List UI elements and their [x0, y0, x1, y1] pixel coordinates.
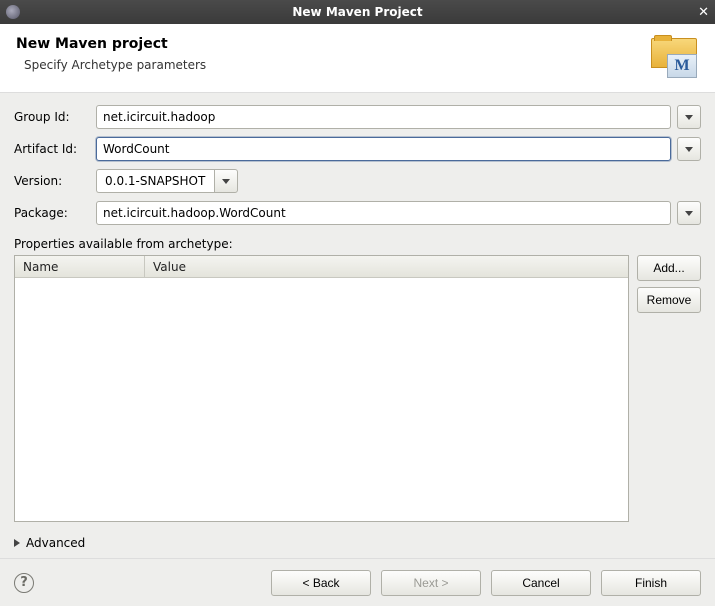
dialog-footer: ? < Back Next > Cancel Finish	[0, 558, 715, 606]
properties-table[interactable]: Name Value	[14, 255, 629, 522]
artifact-id-input[interactable]	[96, 137, 671, 161]
table-body[interactable]	[15, 278, 628, 521]
next-button: Next >	[381, 570, 481, 596]
column-name[interactable]: Name	[15, 256, 145, 277]
chevron-down-icon	[222, 179, 230, 184]
version-row: Version: 0.0.1-SNAPSHOT	[14, 169, 701, 193]
properties-buttons: Add... Remove	[637, 255, 701, 522]
maven-wizard-icon: M	[651, 36, 699, 78]
app-icon	[6, 5, 20, 19]
package-label: Package:	[14, 206, 90, 220]
version-label: Version:	[14, 174, 90, 188]
page-title: New Maven project	[16, 36, 206, 52]
help-icon[interactable]: ?	[14, 573, 34, 593]
group-id-row: Group Id:	[14, 105, 701, 129]
version-dropdown-button[interactable]	[214, 169, 238, 193]
remove-button[interactable]: Remove	[637, 287, 701, 313]
properties-label: Properties available from archetype:	[14, 237, 701, 251]
package-dropdown-button[interactable]	[677, 201, 701, 225]
close-icon[interactable]: ✕	[698, 6, 709, 19]
artifact-id-dropdown-button[interactable]	[677, 137, 701, 161]
package-input[interactable]	[96, 201, 671, 225]
version-value: 0.0.1-SNAPSHOT	[96, 169, 214, 193]
package-row: Package:	[14, 201, 701, 225]
advanced-expander[interactable]: Advanced	[14, 536, 701, 550]
column-value[interactable]: Value	[145, 260, 628, 274]
advanced-label: Advanced	[26, 536, 85, 550]
back-button[interactable]: < Back	[271, 570, 371, 596]
window-title: New Maven Project	[292, 5, 422, 19]
chevron-down-icon	[685, 115, 693, 120]
dialog-header: New Maven project Specify Archetype para…	[0, 24, 715, 93]
expand-right-icon	[14, 539, 20, 547]
version-select[interactable]: 0.0.1-SNAPSHOT	[96, 169, 238, 193]
chevron-down-icon	[685, 211, 693, 216]
properties-area: Name Value Add... Remove	[14, 255, 701, 522]
cancel-button[interactable]: Cancel	[491, 570, 591, 596]
finish-button[interactable]: Finish	[601, 570, 701, 596]
titlebar: New Maven Project ✕	[0, 0, 715, 24]
artifact-id-row: Artifact Id:	[14, 137, 701, 161]
content-area: Group Id: Artifact Id: Version: 0.0.1-SN…	[0, 93, 715, 558]
group-id-input[interactable]	[96, 105, 671, 129]
group-id-label: Group Id:	[14, 110, 90, 124]
table-header: Name Value	[15, 256, 628, 278]
add-button[interactable]: Add...	[637, 255, 701, 281]
group-id-dropdown-button[interactable]	[677, 105, 701, 129]
page-subtitle: Specify Archetype parameters	[16, 58, 206, 72]
chevron-down-icon	[685, 147, 693, 152]
artifact-id-label: Artifact Id:	[14, 142, 90, 156]
